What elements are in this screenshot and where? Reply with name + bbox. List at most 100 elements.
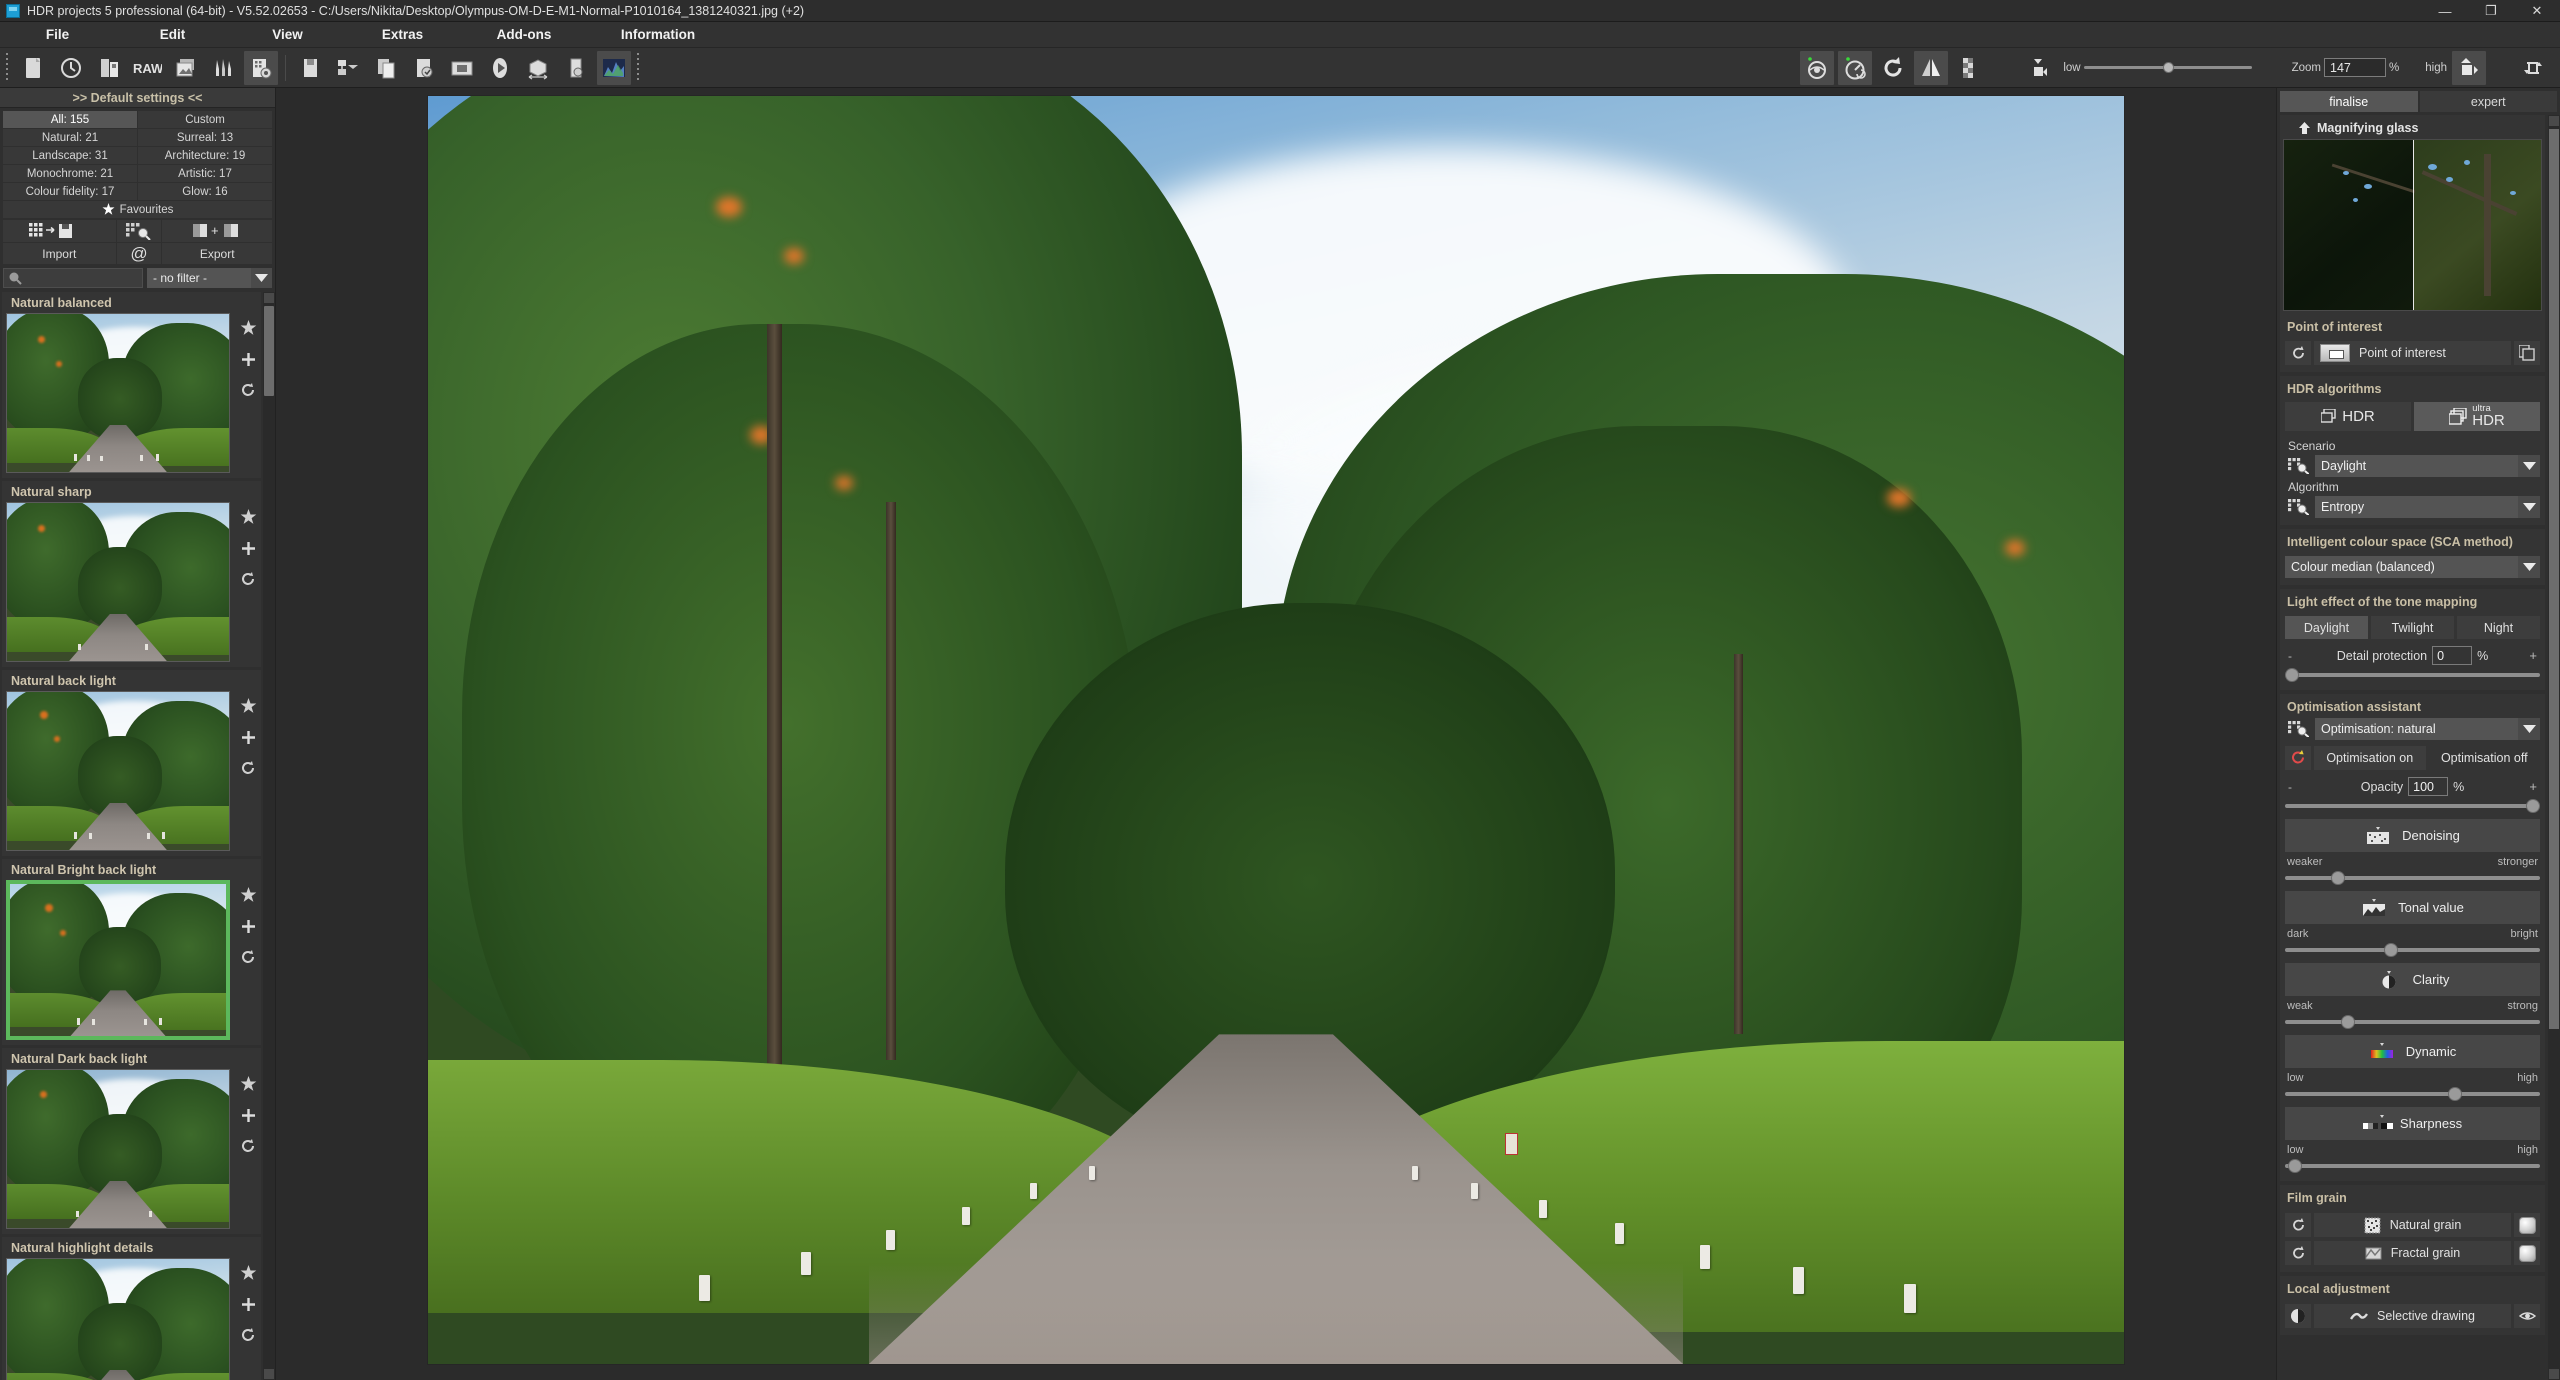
chevron-down-icon[interactable] — [2518, 496, 2540, 518]
slider-knob[interactable] — [2448, 1087, 2463, 1101]
preset-thumbnail[interactable] — [6, 502, 230, 662]
preset-thumbnail[interactable] — [6, 313, 230, 473]
slider-knob[interactable] — [2330, 871, 2345, 885]
loop-icon[interactable] — [2516, 51, 2550, 85]
default-settings-bar[interactable]: >> Default settings << — [0, 88, 275, 108]
preset-thumbnail[interactable] — [6, 1069, 230, 1229]
tone-twilight-button[interactable]: Twilight — [2371, 616, 2454, 639]
compare-icon[interactable] — [445, 51, 479, 85]
chevron-down-icon[interactable] — [251, 268, 272, 288]
menu-file[interactable]: File — [0, 27, 115, 42]
at-button[interactable]: @ — [116, 243, 162, 264]
optimisation-on-button[interactable]: Optimisation on — [2314, 746, 2426, 770]
save-preset-icon[interactable] — [3, 220, 116, 242]
magnifier-divider[interactable] — [2412, 140, 2414, 310]
brushes-icon[interactable] — [206, 51, 240, 85]
sharpness-button[interactable]: Sharpness — [2285, 1107, 2540, 1140]
preset-favourite-icon[interactable] — [235, 1073, 261, 1095]
poi-button[interactable]: Point of interest — [2314, 341, 2511, 365]
image-viewport[interactable] — [276, 88, 2276, 1380]
poi-copy-icon[interactable] — [2514, 341, 2540, 365]
settings-scroll-thumb[interactable] — [2549, 129, 2559, 1029]
magnifier-preview[interactable] — [2283, 139, 2542, 311]
natural-grain-reset-icon[interactable] — [2285, 1213, 2311, 1237]
main-photo[interactable] — [427, 95, 2125, 1365]
opacity-plus-button[interactable]: + — [2529, 779, 2537, 794]
history-icon[interactable] — [54, 51, 88, 85]
slider-knob[interactable] — [2341, 1015, 2356, 1029]
favourites-button[interactable]: Favourites — [3, 201, 272, 218]
preset-favourite-icon[interactable] — [235, 1262, 261, 1284]
optimisation-off-button[interactable]: Optimisation off — [2428, 746, 2540, 770]
preset-item-natural-sharp[interactable]: Natural sharp — [2, 481, 261, 667]
slider-knob[interactable] — [2526, 799, 2540, 813]
mirror-icon[interactable] — [1914, 50, 1949, 85]
optimisation-preset-select[interactable]: Optimisation: natural — [2315, 718, 2540, 740]
selective-drawing-mode-icon[interactable] — [2285, 1304, 2311, 1328]
preset-item-natural-balanced[interactable]: Natural balanced — [2, 292, 261, 478]
preset-reset-icon[interactable] — [235, 946, 261, 968]
opacity-minus-button[interactable]: - — [2288, 780, 2292, 794]
slider-knob[interactable] — [2285, 668, 2299, 682]
export-dropdown-icon[interactable] — [331, 51, 365, 85]
preset-thumbnail-selected[interactable] — [6, 880, 230, 1040]
settings-scroll-up[interactable] — [2549, 116, 2559, 126]
hdr-button[interactable]: HDR — [2285, 402, 2411, 431]
scenario-browse-icon[interactable] — [2285, 455, 2311, 477]
optimisation-browse-icon[interactable] — [2285, 718, 2311, 740]
chevron-down-icon[interactable] — [2518, 718, 2540, 740]
speedometer-icon[interactable] — [1838, 50, 1873, 85]
poi-reset-icon[interactable] — [2285, 341, 2311, 365]
preset-add-icon[interactable] — [235, 726, 261, 748]
category-landscape[interactable]: Landscape: 31 — [3, 147, 137, 164]
chevron-down-icon[interactable] — [2518, 455, 2540, 477]
slider-knob[interactable] — [2384, 943, 2399, 957]
browse-presets-icon[interactable] — [116, 220, 162, 242]
preset-item-natural-dark-back-light[interactable]: Natural Dark back light — [2, 1048, 261, 1234]
preset-favourite-icon[interactable] — [235, 884, 261, 906]
category-natural[interactable]: Natural: 21 — [3, 129, 137, 146]
preset-add-icon[interactable] — [235, 915, 261, 937]
category-glow[interactable]: Glow: 16 — [138, 183, 272, 200]
menu-addons[interactable]: Add-ons — [460, 27, 588, 42]
up-arrow-icon[interactable] — [2299, 122, 2310, 134]
fractal-grain-preview[interactable] — [2514, 1241, 2540, 1265]
preset-add-icon[interactable] — [235, 1104, 261, 1126]
menu-view[interactable]: View — [230, 27, 345, 42]
zoom-slider-knob[interactable] — [2162, 62, 2174, 73]
denoising-slider[interactable] — [2285, 870, 2540, 886]
algorithm-select[interactable]: Entropy — [2315, 496, 2540, 518]
optimisation-reset-icon[interactable] — [2285, 746, 2311, 770]
menu-edit[interactable]: Edit — [115, 27, 230, 42]
clarity-button[interactable]: Clarity — [2285, 963, 2540, 996]
zoom-slider[interactable] — [2083, 61, 2252, 75]
preset-reset-icon[interactable] — [235, 379, 261, 401]
preset-scrollbar[interactable] — [263, 292, 275, 1380]
preset-thumbnail[interactable] — [6, 1258, 230, 1380]
slider-knob[interactable] — [2287, 1159, 2302, 1173]
close-button[interactable]: ✕ — [2514, 0, 2560, 22]
category-artistic[interactable]: Artistic: 17 — [138, 165, 272, 182]
preset-reset-icon[interactable] — [235, 757, 261, 779]
sharpness-slider[interactable] — [2285, 1158, 2540, 1174]
algorithm-browse-icon[interactable] — [2285, 496, 2311, 518]
preset-add-icon[interactable] — [235, 1293, 261, 1315]
opacity-input[interactable]: 100 — [2408, 777, 2449, 796]
clarity-slider[interactable] — [2285, 1014, 2540, 1030]
preset-item-natural-highlight-details[interactable]: Natural highlight details — [2, 1237, 261, 1380]
zoom-fit-up-icon[interactable] — [2452, 50, 2486, 85]
preset-item-natural-bright-back-light[interactable]: Natural Bright back light — [2, 859, 261, 1045]
settings-scrollbar[interactable] — [2548, 115, 2560, 1380]
zoom-input[interactable]: 147 — [2324, 58, 2387, 77]
dynamic-button[interactable]: Dynamic — [2285, 1035, 2540, 1068]
scenario-select[interactable]: Daylight — [2315, 455, 2540, 477]
settings-scroll-down[interactable] — [2549, 1369, 2559, 1379]
preset-scroll-thumb[interactable] — [264, 306, 274, 396]
preset-reset-icon[interactable] — [235, 568, 261, 590]
preset-reset-icon[interactable] — [235, 1135, 261, 1157]
preset-scroll-up[interactable] — [264, 293, 274, 303]
opacity-slider[interactable] — [2285, 798, 2540, 814]
crop-box-icon[interactable] — [521, 51, 555, 85]
preset-favourite-icon[interactable] — [235, 695, 261, 717]
save-as-icon[interactable] — [407, 51, 441, 85]
